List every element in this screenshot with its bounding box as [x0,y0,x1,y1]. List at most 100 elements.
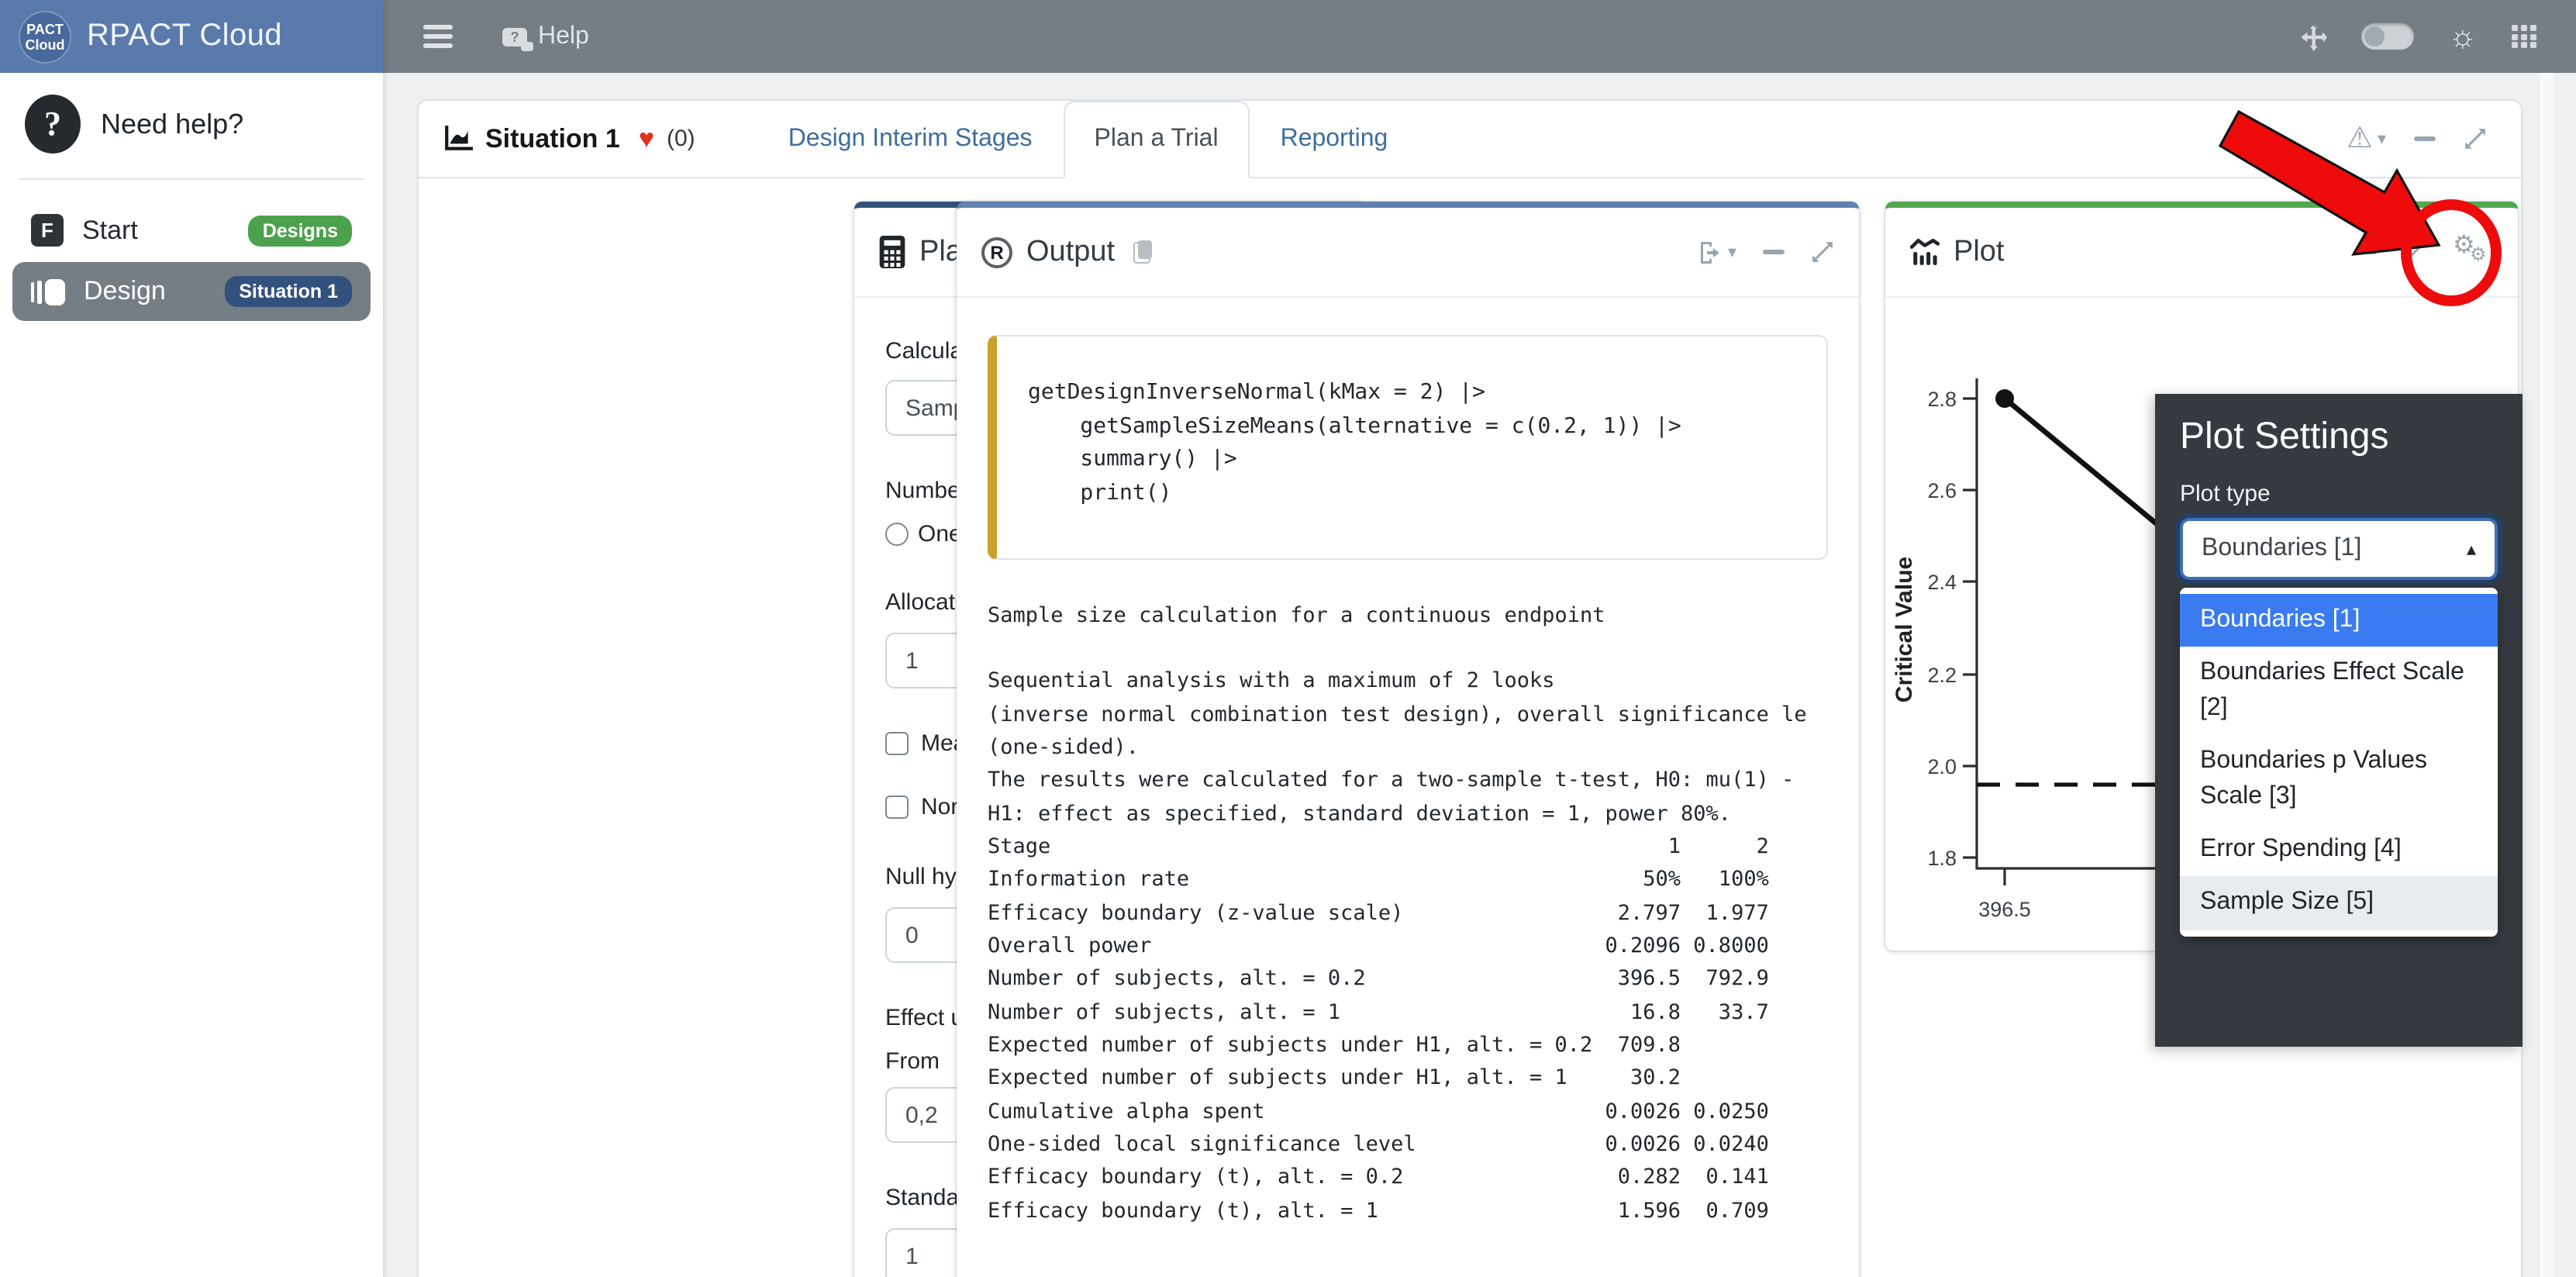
designs-badge: Designs [249,215,352,246]
situation-badge: Situation 1 [225,276,352,307]
expand-button[interactable] [2403,240,2426,264]
output-body: getDesignInverseNormal(kMax = 2) |> getS… [957,298,1859,1228]
minus-icon [2355,250,2377,254]
toggle-knob [2364,26,2385,47]
r-code-block: getDesignInverseNormal(kMax = 2) |> getS… [988,335,1828,560]
brand-header: PACT Cloud RPACT Cloud [0,0,383,73]
need-help-link[interactable]: ? Need help? [0,73,383,172]
export-dropdown-button[interactable]: ▾ [1698,240,1736,264]
y-axis-label: Critical Value [1891,557,1917,702]
output-results-table: Stage 1 2 Information rate 50% 100% Effi… [988,831,1828,1228]
collapse-button[interactable] [1763,250,1785,254]
plot-settings-title: Plot Settings [2180,416,2498,459]
data-point [1995,389,2014,408]
chart-icon [443,126,473,152]
favorites-count: (0) [667,126,695,152]
app-title: RPACT Cloud [87,19,282,54]
svg-text:1.8: 1.8 [1927,847,1957,870]
svg-text:2.6: 2.6 [1927,479,1957,502]
option-boundaries[interactable]: Boundaries [1] [2180,594,2498,647]
copy-icon[interactable] [1133,240,1152,264]
expand-diagonal-icon [1811,240,1834,264]
radio-icon [885,523,909,546]
logo-text-bottom: Cloud [26,36,65,52]
chat-bubble-icon: ? [502,27,527,46]
chevron-up-icon: ▴ [2467,538,2476,560]
question-mark-icon: ? [25,95,81,154]
situation-header: Situation 1 ♥ (0) [443,101,757,177]
calculator-icon [879,236,905,268]
chevron-down-icon: ▾ [2378,129,2386,149]
gear-small-icon: ⚙ [2470,244,2487,263]
minus-icon [1763,250,1785,254]
plot-settings-gears-button[interactable]: ⚙ ⚙ [2453,236,2493,267]
panel-title: Output [1026,235,1115,269]
plot-type-select[interactable]: Boundaries [1] ▴ [2180,518,2498,580]
sidebar-item-label: Start [82,215,230,246]
need-help-label: Need help? [101,108,243,140]
output-panel: R Output ▾ getDesignInverseNormal(kMax [957,202,1859,1277]
sidebar-item-design[interactable]: Design Situation 1 [12,262,371,321]
plot-canvas: 2.8 2.6 2.4 2.2 2.0 1.8 396.5 Critical V… [1885,298,2518,951]
sun-settings-icon[interactable]: ☼ [2448,21,2477,52]
apps-grid-icon[interactable] [2511,25,2536,48]
export-icon [1698,240,1723,264]
option-boundaries-effect-scale[interactable]: Boundaries Effect Scale [2] [2180,647,2498,736]
fullscreen-arrows-icon[interactable] [2299,22,2327,50]
output-header: R Output ▾ [957,208,1859,298]
expand-button[interactable] [2464,127,2487,150]
plot-type-label: Plot type [2180,481,2498,507]
r-logo-icon: R [981,236,1012,267]
checkbox-icon [885,796,909,819]
output-summary-text: Sample size calculation for a continuous… [988,600,1828,832]
select-value: Boundaries [1] [2202,535,2361,563]
logo-text-top: PACT [26,21,64,36]
tab-reporting[interactable]: Reporting [1250,101,1419,177]
app-root: PACT Cloud RPACT Cloud ? Need help? F St… [0,0,2576,1277]
line-chart-icon [1910,239,1940,265]
panel-title: Plot [1954,235,2005,269]
svg-text:2.2: 2.2 [1927,664,1957,687]
design-icon [31,274,65,309]
collapse-button[interactable] [2414,136,2436,141]
situation-label: Situation 1 [485,123,620,154]
svg-text:396.5: 396.5 [1978,898,2031,921]
heart-icon[interactable]: ♥ [639,123,654,154]
expand-diagonal-icon [2464,127,2487,150]
r-code: getDesignInverseNormal(kMax = 2) |> getS… [1028,377,1795,512]
tab-bar: Situation 1 ♥ (0) Design Interim Stages … [419,101,2521,178]
option-error-spending[interactable]: Error Spending [4] [2180,823,2498,877]
plot-type-dropdown: Boundaries [1] Boundaries Effect Scale [… [2180,588,2498,936]
help-button[interactable]: ? Help [502,22,589,50]
checkbox-icon [885,732,909,755]
rpact-logo-icon: PACT Cloud [19,10,71,63]
svg-text:2.8: 2.8 [1927,388,1957,411]
expand-button[interactable] [1811,240,1834,264]
minus-icon [2414,136,2436,141]
start-icon: F [31,214,64,247]
sidebar: PACT Cloud RPACT Cloud ? Need help? F St… [0,0,383,1277]
theme-toggle[interactable] [2361,23,2414,50]
tab-design-interim-stages[interactable]: Design Interim Stages [757,101,1064,177]
option-boundaries-p-values-scale[interactable]: Boundaries p Values Scale [3] [2180,735,2498,823]
hamburger-menu-icon[interactable] [423,26,453,48]
expand-diagonal-icon [2403,240,2426,264]
sidebar-item-label: Design [84,276,206,307]
tab-plan-a-trial[interactable]: Plan a Trial [1064,101,1250,178]
warning-icon: ⚠ [2347,124,2373,154]
svg-text:2.0: 2.0 [1927,755,1957,778]
chevron-down-icon: ▾ [1728,242,1736,262]
plot-panel: Plot ⚙ ⚙ [1885,202,2518,951]
sidebar-divider [19,178,364,180]
plot-settings-panel: Plot Settings Plot type Boundaries [1] ▴… [2155,394,2523,1047]
topbar: ? Help ☼ [383,0,2576,73]
main-card: Situation 1 ♥ (0) Design Interim Stages … [419,101,2521,1277]
collapse-button[interactable] [2355,250,2377,254]
svg-text:2.4: 2.4 [1927,571,1957,594]
plot-header: Plot ⚙ ⚙ [1885,208,2518,298]
scrollbar-gutter[interactable] [2540,73,2554,1277]
sidebar-item-start[interactable]: F Start Designs [12,202,371,259]
warnings-dropdown-button[interactable]: ⚠ ▾ [2347,124,2386,154]
option-sample-size[interactable]: Sample Size [5] [2180,877,2498,930]
help-label: Help [538,22,589,50]
